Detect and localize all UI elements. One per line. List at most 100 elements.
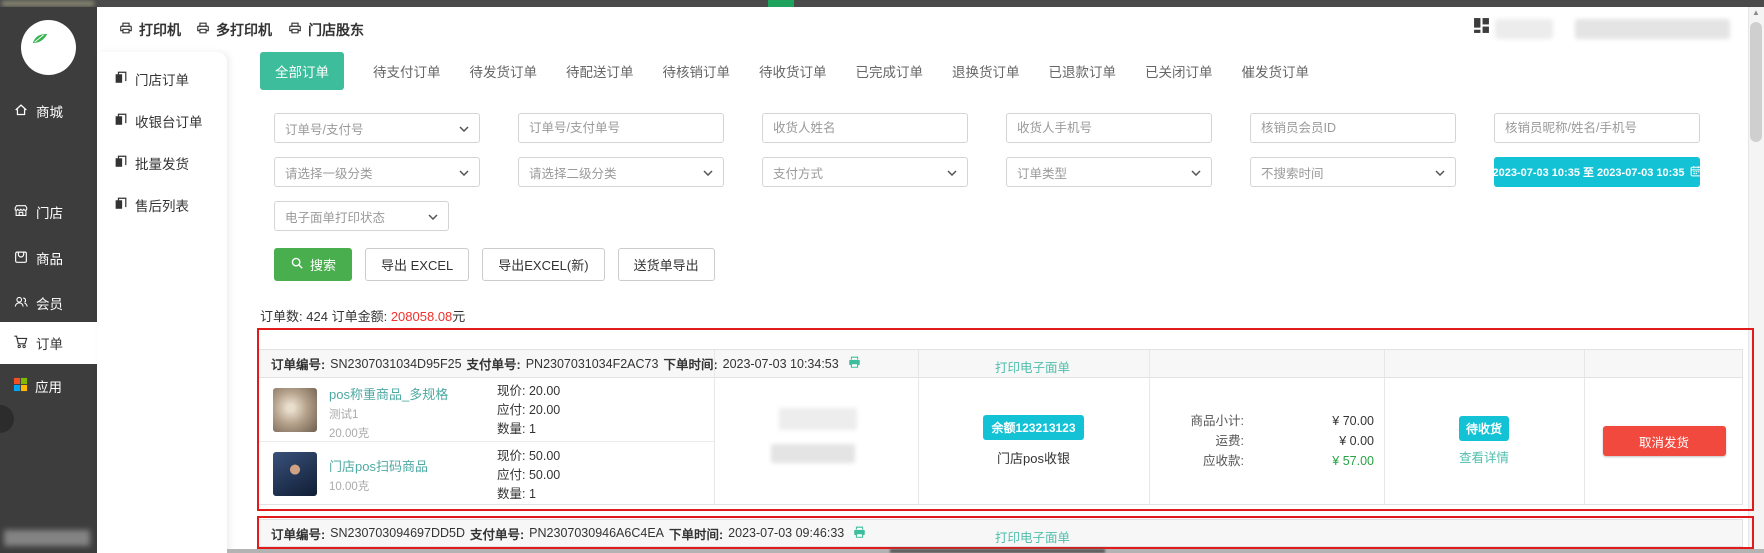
tab-pending-payment[interactable]: 待支付订单 — [373, 61, 441, 81]
product-name-link[interactable]: 门店pos扫码商品 — [329, 456, 428, 475]
product-prices: 现价: 20.00 应付: 20.00 数量: 1 — [497, 382, 560, 439]
tab-all-orders[interactable]: 全部订单 — [260, 52, 344, 90]
filter-row-3: 电子面单打印状态 — [274, 201, 449, 231]
topbar-item-multi-printer[interactable]: 多打印机 — [196, 7, 272, 52]
scrollbar-up-arrow[interactable]: ▲ — [1752, 8, 1760, 17]
tab-pending-shipment[interactable]: 待发货订单 — [470, 61, 538, 81]
select-value: 请选择二级分类 — [529, 163, 617, 182]
subtotal-value: ¥ 70.00 — [1244, 411, 1384, 431]
view-detail-link[interactable]: 查看详情 — [1459, 447, 1509, 466]
chevron-down-icon — [428, 209, 438, 223]
sidebar-item-orders[interactable]: 订单 — [0, 322, 97, 364]
verifier-id-input[interactable] — [1250, 113, 1456, 143]
product-image[interactable] — [273, 452, 317, 496]
product-weight: 20.00克 — [329, 425, 448, 441]
tab-closed[interactable]: 已关闭订单 — [1145, 61, 1213, 81]
document-icon — [114, 71, 127, 87]
subnav-item-pos-orders[interactable]: 收银台订单 — [97, 100, 227, 142]
chevron-down-icon — [947, 165, 957, 179]
tab-completed[interactable]: 已完成订单 — [856, 61, 924, 81]
print-eorder-link[interactable]: 打印电子面单 — [916, 357, 1149, 376]
product-row: pos称重商品_多规格 测试1 20.00克 现价: 20.00 应付: 20.… — [259, 378, 714, 442]
document-icon — [114, 155, 127, 171]
avatar[interactable] — [21, 20, 76, 75]
product-qty: 数量: 1 — [497, 485, 560, 504]
cancel-shipment-button[interactable]: 取消发货 — [1603, 426, 1726, 456]
eorder-print-status-select[interactable]: 电子面单打印状态 — [274, 201, 449, 231]
chevron-down-icon — [703, 165, 713, 179]
product-image[interactable] — [273, 388, 317, 432]
dashboard-grid-icon[interactable] — [1473, 17, 1490, 39]
sidebar-collapse-knob[interactable] — [0, 405, 14, 433]
date-range-value: 2023-07-03 10:35 至 2023-07-03 10:35 — [1492, 164, 1684, 180]
sidebar-item-label: 会员 — [36, 293, 63, 313]
sidebar-blurred-text — [4, 530, 90, 546]
customer-phone-blurred — [771, 444, 855, 463]
subnav-item-store-orders[interactable]: 门店订单 — [97, 58, 227, 100]
sidebar-item-apps[interactable]: 应用 — [0, 367, 97, 405]
print-eorder-link[interactable]: 打印电子面单 — [916, 527, 1149, 546]
order-admin-page: 商城 门店 商品 会员 订单 应用 打印机 — [0, 0, 1764, 553]
tab-pending-receipt[interactable]: 待收货订单 — [759, 61, 827, 81]
subnav-item-aftersales[interactable]: 售后列表 — [97, 184, 227, 226]
order-tabs: 全部订单 待支付订单 待发货订单 待配送订单 待核销订单 待收货订单 已完成订单… — [260, 52, 1309, 90]
printer-icon — [196, 21, 210, 38]
product-due: 应付: 50.00 — [497, 466, 560, 485]
apps-grid-icon — [13, 377, 28, 395]
product-name-link[interactable]: pos称重商品_多规格 — [329, 384, 448, 403]
top-strip — [0, 0, 1764, 7]
storefront-icon — [13, 203, 29, 222]
chevron-down-icon — [459, 121, 469, 135]
verifier-info-input[interactable] — [1494, 113, 1700, 143]
sidebar-item-mall[interactable]: 商城 — [0, 92, 97, 130]
product-info: 门店pos扫码商品 10.00克 — [329, 456, 428, 494]
home-icon — [13, 102, 29, 121]
sidebar-item-label: 门店 — [36, 202, 63, 222]
receivable-label: 应收款: — [1149, 451, 1244, 471]
pay-method-select[interactable]: 支付方式 — [762, 157, 968, 187]
customer-info-blurred — [779, 408, 857, 430]
order-body: pos称重商品_多规格 测试1 20.00克 现价: 20.00 应付: 20.… — [259, 378, 1742, 504]
sidebar-item-products[interactable]: 商品 — [0, 239, 97, 277]
select-value: 支付方式 — [773, 163, 823, 182]
print-receipt-icon[interactable] — [852, 525, 867, 542]
select-value: 电子面单打印状态 — [285, 207, 385, 226]
topbar-item-printer[interactable]: 打印机 — [119, 7, 181, 52]
tab-pending-delivery[interactable]: 待配送订单 — [566, 61, 634, 81]
category2-select[interactable]: 请选择二级分类 — [518, 157, 724, 187]
tab-pending-verification[interactable]: 待核销订单 — [663, 61, 731, 81]
select-value: 不搜索时间 — [1261, 163, 1324, 182]
receiver-phone-input[interactable] — [1006, 113, 1212, 143]
scrollbar-thumb[interactable] — [1750, 22, 1762, 142]
pay-no-value: PN2307030946A6C4EA — [529, 526, 664, 540]
export-excel-new-button[interactable]: 导出EXCEL(新) — [482, 248, 604, 281]
subnav-item-label: 批量发货 — [135, 153, 189, 173]
tab-urge-shipment[interactable]: 催发货订单 — [1242, 61, 1310, 81]
column-divider — [1149, 350, 1150, 504]
sidebar-item-members[interactable]: 会员 — [0, 284, 97, 322]
order-time-value: 2023-07-03 10:34:53 — [723, 357, 839, 371]
tab-refunded[interactable]: 已退款订单 — [1049, 61, 1117, 81]
receiver-name-input[interactable] — [762, 113, 968, 143]
order-no-input[interactable] — [518, 113, 724, 143]
subnav-item-batch-shipping[interactable]: 批量发货 — [97, 142, 227, 184]
time-mode-select[interactable]: 不搜索时间 — [1250, 157, 1456, 187]
print-receipt-icon[interactable] — [847, 355, 862, 372]
order-type-select[interactable]: 订单类型 — [1006, 157, 1212, 187]
avatar-logo-icon — [31, 32, 49, 50]
product-info: pos称重商品_多规格 测试1 20.00克 — [329, 384, 448, 441]
date-range-button[interactable]: 2023-07-03 10:35 至 2023-07-03 10:35 — [1494, 157, 1700, 187]
category1-select[interactable]: 请选择一级分类 — [274, 157, 480, 187]
topbar-item-store-shareholder[interactable]: 门店股东 — [288, 7, 364, 52]
tab-returns[interactable]: 退换货订单 — [952, 61, 1020, 81]
shipping-value: ¥ 0.00 — [1244, 431, 1384, 451]
printer-icon — [119, 21, 133, 38]
sidebar-item-store[interactable]: 门店 — [0, 193, 97, 231]
export-excel-button[interactable]: 导出 EXCEL — [365, 248, 469, 281]
order-field-select[interactable]: 订单号/支付号 — [274, 113, 480, 143]
delivery-export-button[interactable]: 送货单导出 — [618, 248, 715, 281]
search-button-label: 搜索 — [310, 255, 336, 274]
search-button[interactable]: 搜索 — [274, 248, 352, 281]
product-price: 现价: 20.00 — [497, 382, 560, 401]
product-due: 应付: 20.00 — [497, 401, 560, 420]
